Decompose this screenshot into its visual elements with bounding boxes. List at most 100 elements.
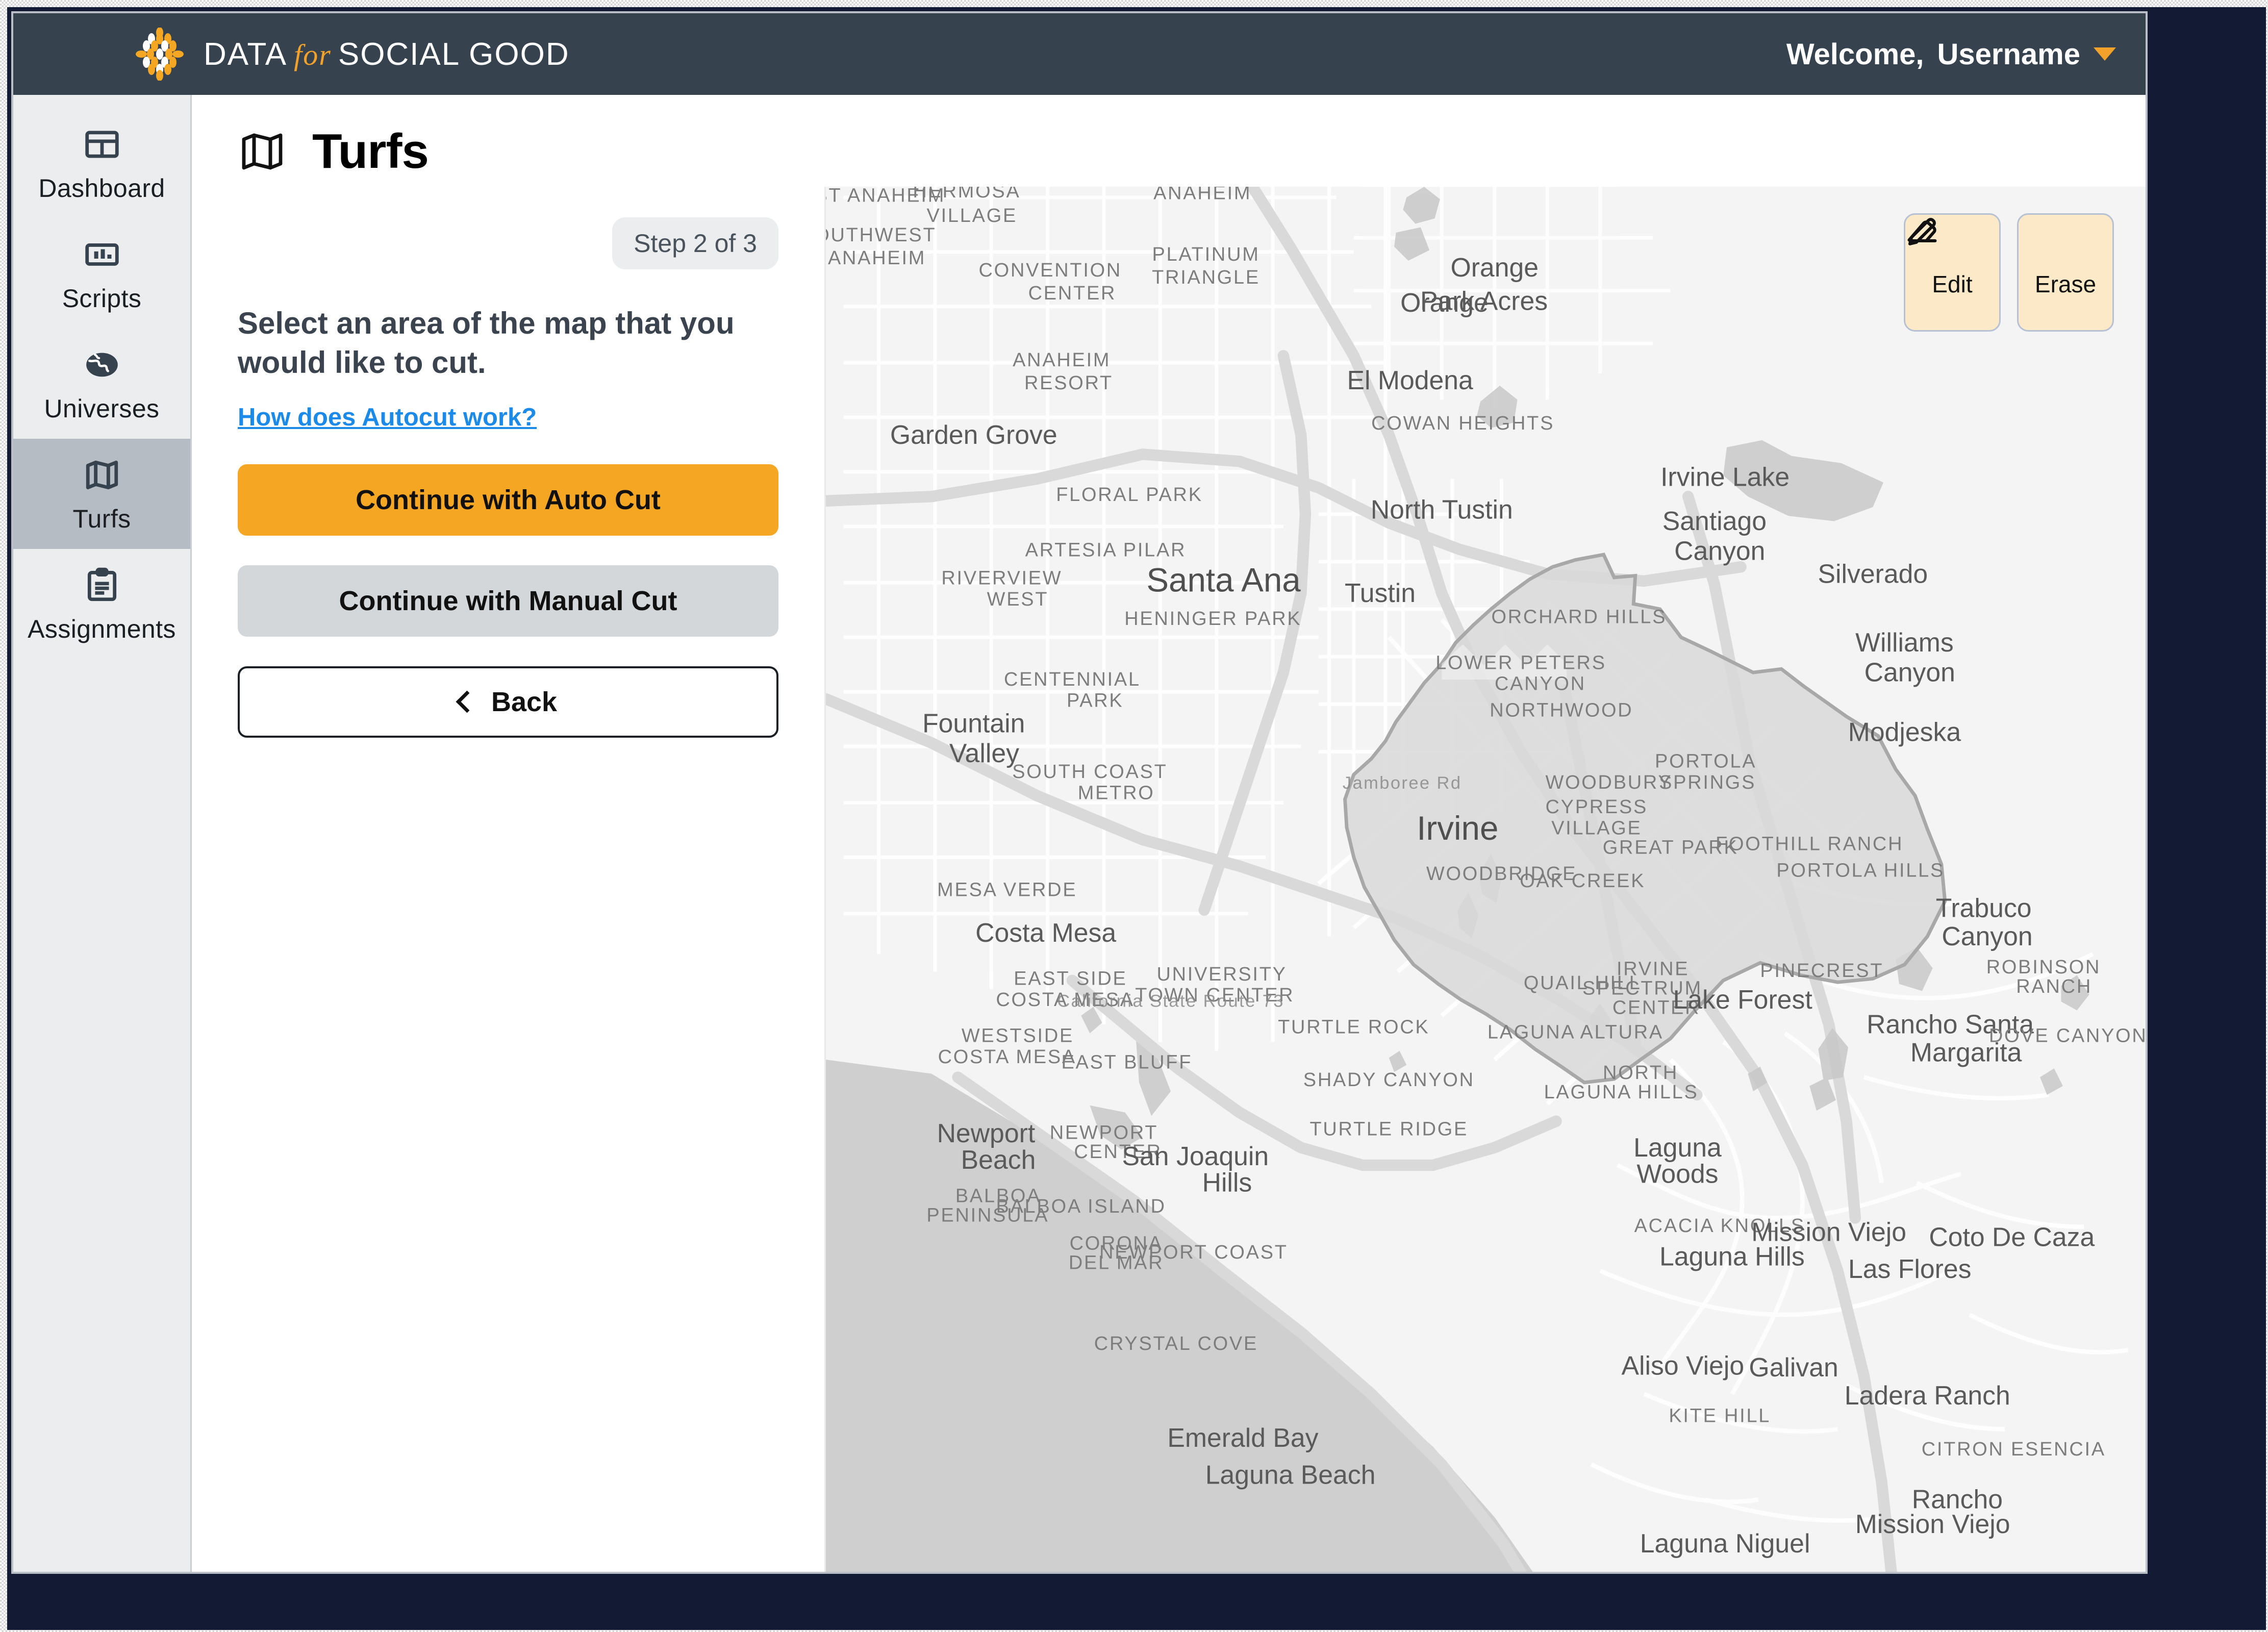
wizard-prompt: Select an area of the map that you would… (238, 306, 735, 380)
map-label: EAST SIDE (1014, 968, 1127, 989)
map-label: NEWPORT (1050, 1122, 1158, 1143)
map-label: SOUTH COAST (1012, 761, 1167, 783)
map-label: Emerald Bay (1167, 1423, 1318, 1452)
sidebar-item-label: Dashboard (38, 174, 165, 203)
map-label: Hills (1202, 1168, 1252, 1197)
map-label: Jamboree Rd (1343, 773, 1462, 793)
map-label: PLATINUM (1152, 244, 1260, 265)
map-label: CYPRESS (1545, 796, 1648, 818)
sidebar-item-label: Universes (44, 394, 160, 423)
sidebar-item-universes[interactable]: Universes (13, 329, 190, 439)
map-label: CENTENNIAL (1004, 669, 1141, 690)
map-label: TRIANGLE (1152, 267, 1260, 288)
brand-word-data: DATA (204, 36, 288, 72)
map-label: Canyon (1674, 536, 1765, 565)
map-label: Newport (937, 1118, 1036, 1148)
chevron-left-icon (456, 690, 478, 713)
user-menu[interactable]: Welcome, Username (1786, 37, 2116, 71)
main-content: Turfs Step 2 of 3 Select an area of the … (192, 95, 2146, 1572)
map-label: Laguna Niguel (1640, 1528, 1810, 1558)
map-label: Williams (1855, 627, 1954, 657)
map-label: Tustin (1345, 578, 1416, 608)
map-label: NORTH (1603, 1062, 1678, 1084)
map-label: CENTER (1028, 283, 1117, 304)
page-header: Turfs (192, 95, 2146, 187)
map-label: ANAHEIM (1153, 187, 1251, 204)
map-label: Laguna Beach (1205, 1460, 1376, 1489)
sidebar-item-scripts[interactable]: Scripts (13, 218, 190, 329)
map-label: North Tustin (1371, 494, 1513, 524)
map-label: EAST BLUFF (1061, 1051, 1192, 1073)
map-label: SPRINGS (1659, 772, 1756, 793)
map-label: CONVENTION (979, 260, 1122, 281)
erase-tool-button[interactable]: Erase (1907, 213, 2114, 332)
how-does-autocut-work-link[interactable]: How does Autocut work? (238, 403, 537, 432)
map-label: Aliso Viejo (1622, 1350, 1745, 1380)
erase-tool-label: Erase (2034, 271, 2097, 297)
map-label: OAK CREEK (1520, 870, 1645, 892)
top-navigation-bar: DATA for SOCIAL GOOD Welcome, Username (13, 13, 2146, 95)
map-label: Garden Grove (890, 420, 1057, 449)
flower-petal-logo-icon (133, 27, 186, 81)
sidebar-navigation: Dashboard Scripts Universes Turfs Assign… (13, 95, 192, 1572)
map-canvas[interactable]: WEST ANAHEIMHERMOSAVILLAGESOUTHEASTANAHE… (826, 187, 2146, 1572)
map-label: LAGUNA HILLS (1544, 1082, 1699, 1103)
map-label: RANCH (2016, 976, 2092, 997)
sidebar-item-turfs[interactable]: Turfs (13, 439, 190, 549)
map-label: METRO (1078, 783, 1155, 804)
map-label: PORTOLA (1655, 750, 1756, 772)
map-label: UNIVERSITY (1156, 964, 1287, 985)
map-label: RIVERVIEW (941, 568, 1062, 589)
map-label: Irvine Lake (1660, 462, 1790, 492)
continue-auto-cut-button[interactable]: Continue with Auto Cut (238, 464, 778, 536)
map-label: COWAN HEIGHTS (1371, 413, 1554, 434)
continue-manual-cut-button[interactable]: Continue with Manual Cut (238, 565, 778, 637)
map-label: PARK (1067, 690, 1124, 711)
map-label: DOVE CANYON (1989, 1025, 2146, 1047)
brand-word-social-good: SOCIAL GOOD (338, 36, 570, 72)
chevron-down-icon[interactable] (2094, 47, 2116, 61)
map-label: CANYON (1495, 673, 1586, 695)
map-label: MESA VERDE (937, 879, 1077, 900)
map-label: TURTLE RIDGE (1309, 1118, 1468, 1140)
map-label: NORTHWOOD (1490, 699, 1633, 721)
map-icon (83, 456, 121, 494)
map-label: ANAHEIM (1013, 349, 1111, 371)
map-label: Mission Viejo (1855, 1509, 2010, 1539)
map-label: BALBOA ISLAND (996, 1196, 1166, 1217)
turf-map[interactable]: WEST ANAHEIMHERMOSAVILLAGESOUTHEASTANAHE… (824, 187, 2146, 1572)
map-label: Silverado (1818, 559, 1928, 588)
map-label: SOUTHWEST (826, 224, 936, 246)
map-label: Valley (949, 738, 1019, 768)
brand-logo[interactable]: DATA for SOCIAL GOOD (133, 27, 570, 81)
map-label: SHADY CANYON (1303, 1069, 1475, 1091)
map-label: ORCHARD HILLS (1491, 607, 1667, 628)
map-icon (238, 127, 287, 176)
map-label: San Joaquin (1122, 1141, 1269, 1171)
map-label: FLORAL PARK (1056, 484, 1203, 506)
map-label: ARTESIA PILAR (1025, 540, 1187, 561)
back-button-label: Back (491, 686, 558, 717)
status-badge: Step 2 of 3 (612, 217, 778, 269)
application-window: DATA for SOCIAL GOOD Welcome, Username D… (11, 11, 2148, 1574)
sidebar-item-assignments[interactable]: Assignments (13, 549, 190, 659)
map-label: Canyon (1942, 921, 2032, 951)
globe-icon (83, 346, 121, 384)
map-label: VILLAGE (1551, 818, 1642, 839)
sidebar-item-dashboard[interactable]: Dashboard (13, 108, 190, 218)
map-tool-group: Edit Erase (1904, 213, 2114, 332)
map-label: VILLAGE (927, 205, 1017, 227)
page-title: Turfs (312, 124, 429, 179)
welcome-prefix: Welcome, (1786, 37, 1924, 71)
autocut-wizard-panel: Step 2 of 3 Select an area of the map th… (192, 187, 824, 1572)
map-label: ANAHEIM (828, 247, 926, 269)
map-label: ROBINSON (1986, 957, 2101, 978)
screenshot-root: DATA for SOCIAL GOOD Welcome, Username D… (0, 0, 2268, 1632)
map-label: Lake Forest (1673, 985, 1812, 1014)
back-button[interactable]: Back (238, 666, 778, 738)
map-label: Laguna Hills (1659, 1242, 1805, 1271)
map-label: PINECREST (1760, 960, 1883, 982)
map-label: El Modena (1347, 365, 1474, 395)
clipboard-icon (83, 566, 121, 604)
map-label: Beach (961, 1145, 1036, 1174)
